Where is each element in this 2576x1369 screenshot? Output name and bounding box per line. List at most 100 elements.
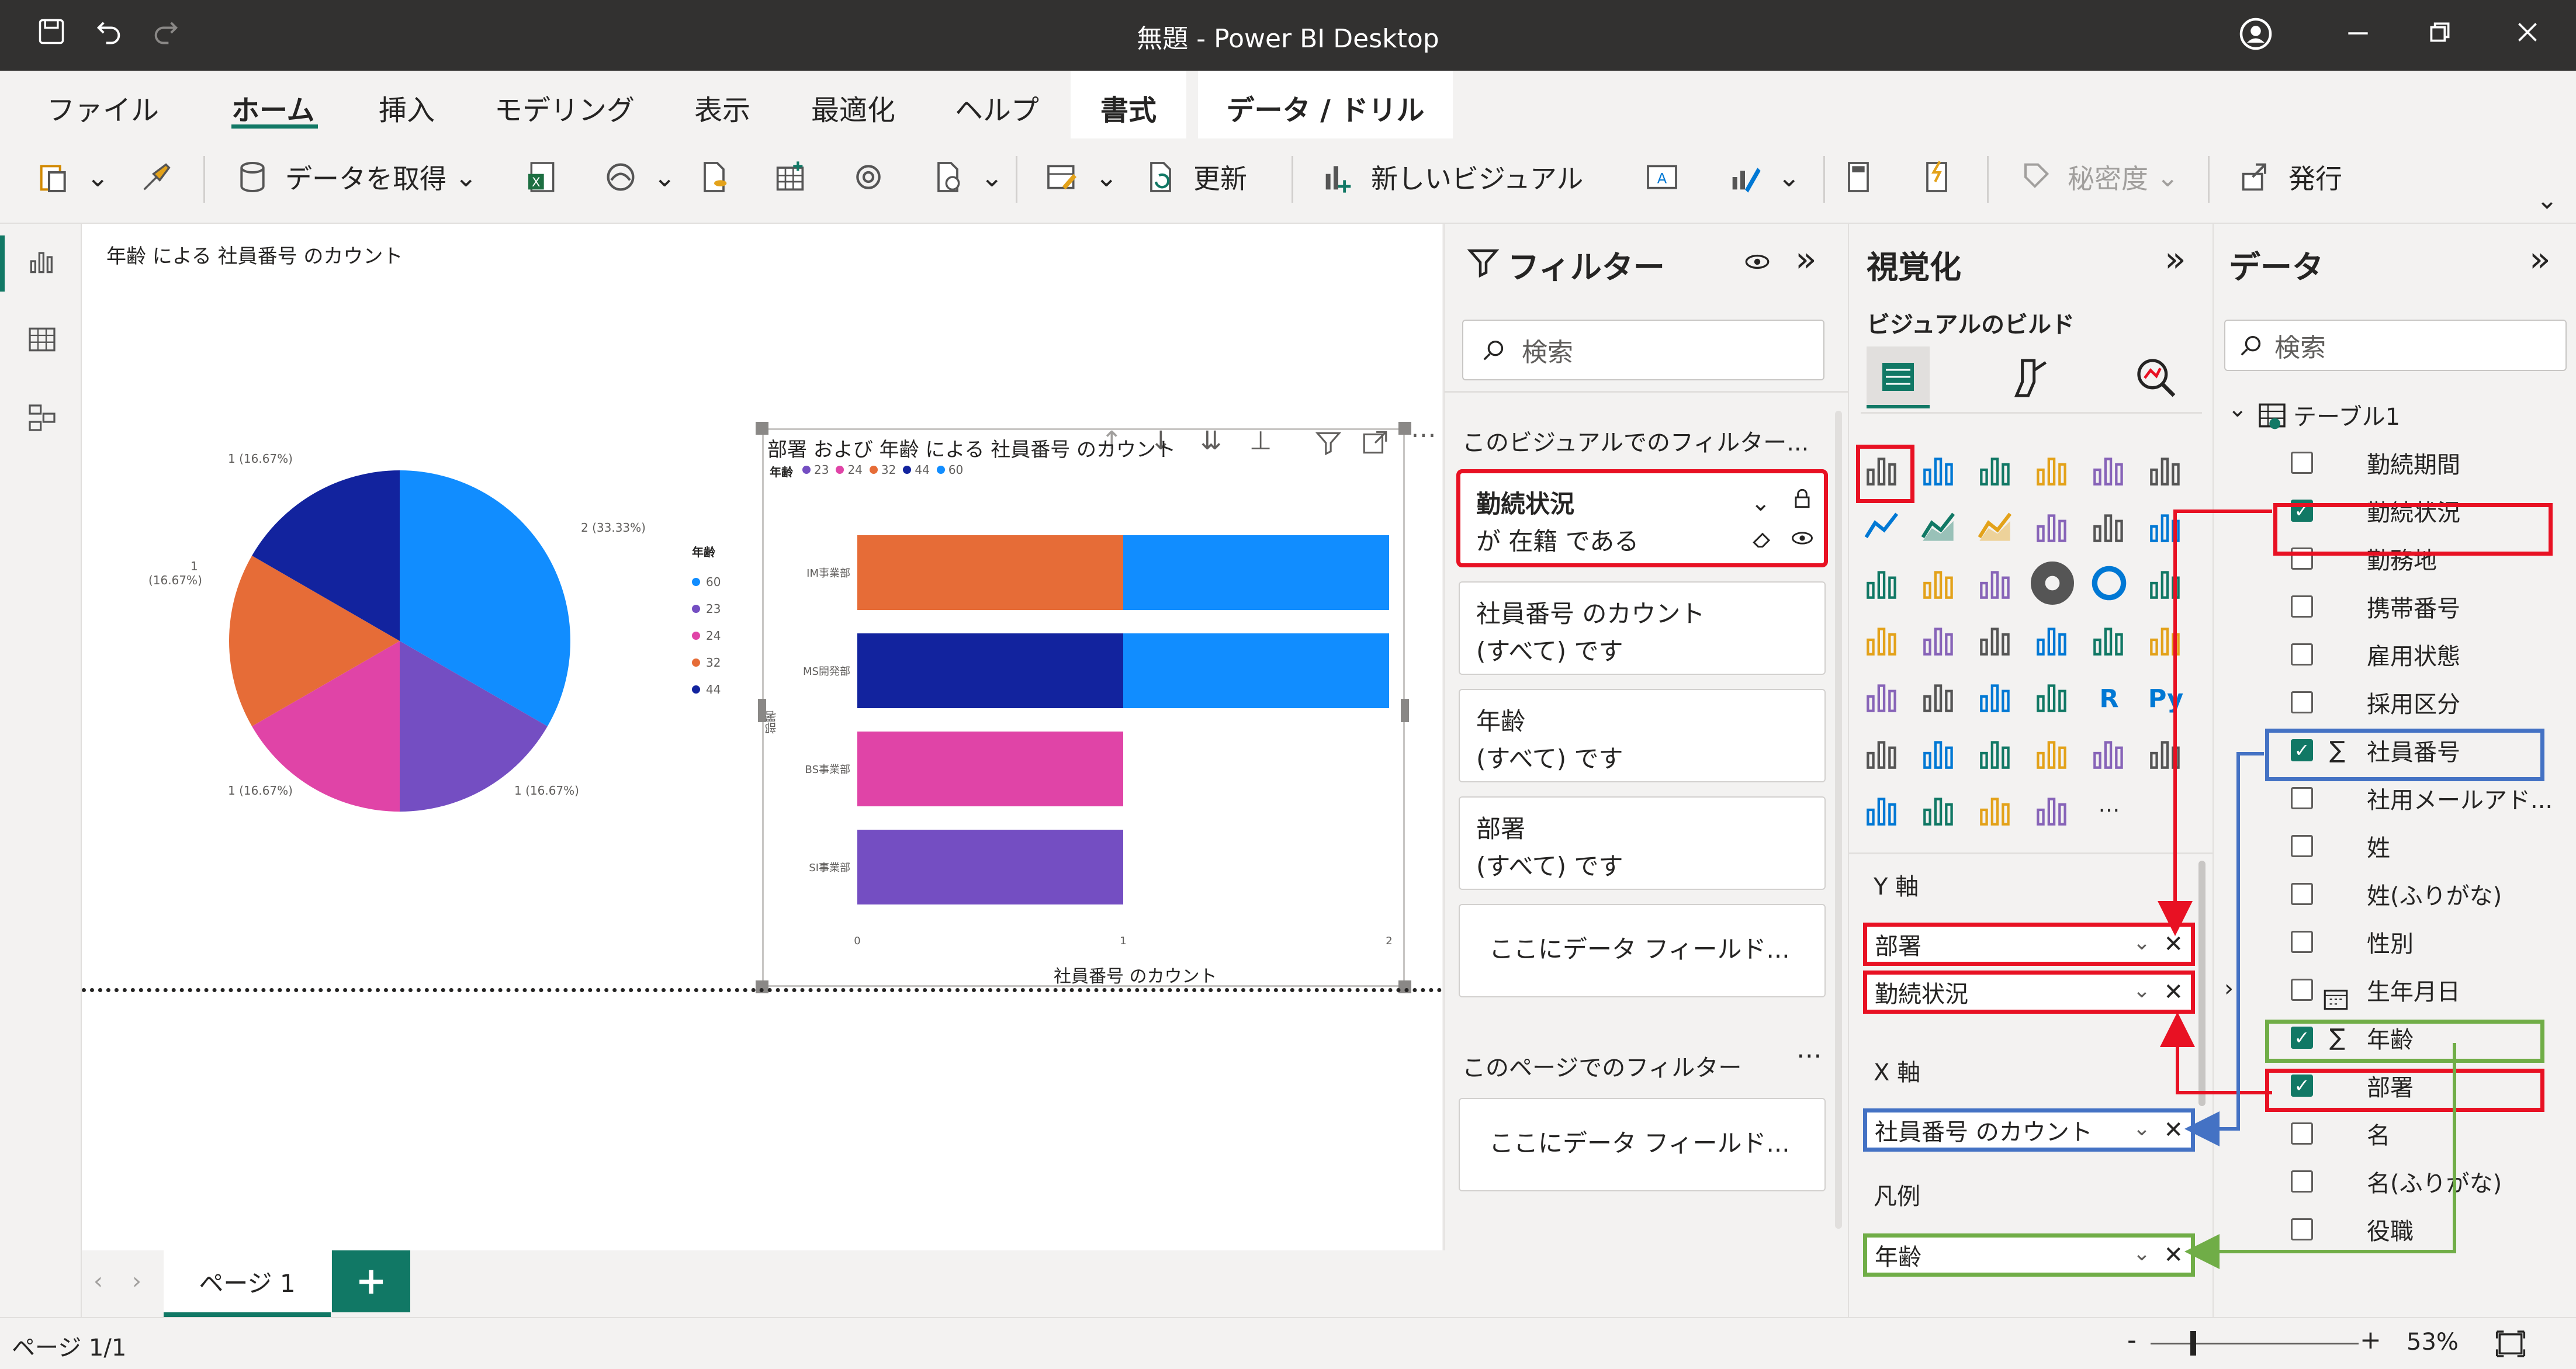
close-icon[interactable] <box>2513 16 2542 54</box>
model-view-icon[interactable] <box>26 401 58 434</box>
100-bar-icon[interactable] <box>2087 448 2131 491</box>
sensitivity-button[interactable]: 秘密度 ⌄ <box>2016 154 2179 200</box>
tab-modeling[interactable]: モデリング <box>494 87 635 128</box>
text-box-button[interactable]: A <box>1643 154 1695 200</box>
field-row[interactable]: 名(ふりがな) <box>2214 1157 2576 1205</box>
chevron-down-icon[interactable]: ⌄ <box>2133 931 2151 955</box>
field-checkbox[interactable] <box>2291 1170 2313 1193</box>
dataverse-button[interactable] <box>850 154 901 200</box>
tab-data-drill[interactable]: データ / ドリル <box>1198 71 1453 138</box>
line-icon[interactable] <box>1861 505 1904 548</box>
field-checkbox[interactable] <box>2291 595 2313 618</box>
more-visuals-button[interactable]: ⌄ <box>1726 154 1801 200</box>
zoom-slider-track[interactable] <box>2151 1343 2359 1344</box>
field-checkbox[interactable] <box>2291 452 2313 474</box>
chevron-down-icon[interactable]: ⌄ <box>2133 979 2151 1003</box>
refresh-button[interactable]: 更新 <box>1142 154 1247 200</box>
ribbon-icon[interactable] <box>2144 505 2187 548</box>
pie-legend-item[interactable]: 60 <box>692 569 721 595</box>
remove-field-icon[interactable]: ✕ <box>2163 1117 2183 1143</box>
collapse-pane-icon[interactable]: » <box>2529 239 2551 280</box>
minimize-icon[interactable] <box>2343 16 2373 54</box>
eraser-icon[interactable] <box>1750 525 1775 551</box>
table-node[interactable]: ⌄ テーブル1 <box>2214 391 2576 439</box>
y-axis-field-dept[interactable]: 部署 ⌄ ✕ <box>1863 923 2195 966</box>
field-checkbox[interactable] <box>2291 1218 2313 1240</box>
legend-field-age[interactable]: 年齢 ⌄ ✕ <box>1863 1233 2195 1277</box>
report-canvas[interactable]: 年齢 による 社員番号 のカウント 1 (16.67%) 2 (33.33%) … <box>82 224 1442 1250</box>
donut-icon[interactable] <box>2087 562 2131 605</box>
enter-data-button[interactable] <box>771 154 823 200</box>
r-visual-icon[interactable]: R <box>2087 675 2131 718</box>
slicer-icon[interactable] <box>1917 675 1961 718</box>
line-column-icon[interactable] <box>2031 505 2074 548</box>
pie-legend-item[interactable]: 23 <box>692 595 721 622</box>
field-row[interactable]: 姓 <box>2214 822 2576 870</box>
pie-legend-item[interactable]: 32 <box>692 649 721 676</box>
pie-chart[interactable] <box>82 224 754 983</box>
matrix-icon[interactable] <box>2031 675 2074 718</box>
excel-button[interactable]: X <box>524 154 575 200</box>
redo-icon[interactable] <box>151 16 181 54</box>
tab-insert[interactable]: 挿入 <box>379 87 435 128</box>
chevron-down-icon[interactable]: ⌄ <box>2133 1117 2151 1141</box>
tab-optimize[interactable]: 最適化 <box>811 87 895 128</box>
map-icon[interactable] <box>1861 618 1904 661</box>
restore-icon[interactable] <box>2425 16 2454 54</box>
filter-card-status[interactable]: 勤続状況 が 在籍 である ⌄ <box>1456 469 1828 567</box>
field-row[interactable]: 雇用状態 <box>2214 630 2576 678</box>
funnel-icon[interactable] <box>1917 562 1961 605</box>
field-checkbox[interactable] <box>2291 883 2313 905</box>
publish-button[interactable]: 発行 <box>2237 154 2342 200</box>
new-visual-button[interactable]: 新しいビジュアル <box>1320 154 1583 200</box>
bar-segment-44[interactable] <box>857 633 1123 708</box>
visual-filter-dropzone[interactable]: ここにデータ フィールド... <box>1459 904 1826 997</box>
analytics-icon[interactable] <box>2133 355 2180 401</box>
field-row[interactable]: 勤続期間 <box>2214 439 2576 487</box>
stacked-area-icon[interactable] <box>1974 505 2017 548</box>
area-icon[interactable] <box>1917 505 1961 548</box>
chevron-down-icon[interactable]: ⌄ <box>1751 484 1771 522</box>
transform-data-button[interactable]: ⌄ <box>1044 154 1118 200</box>
data-search-input[interactable]: 検索 <box>2224 320 2567 371</box>
field-checkbox[interactable] <box>2291 691 2313 713</box>
bar-segment-60[interactable] <box>1123 633 1389 708</box>
field-row[interactable]: 社用メールアド... <box>2214 774 2576 822</box>
field-row[interactable]: 携帯番号 <box>2214 583 2576 630</box>
bar-segment-23[interactable] <box>857 830 1123 904</box>
power-apps-icon[interactable] <box>1861 788 1904 831</box>
page-tab-1[interactable]: ページ 1 <box>164 1250 331 1317</box>
diamond-icon[interactable] <box>1974 788 2017 831</box>
table-icon[interactable] <box>1974 675 2017 718</box>
tab-view[interactable]: 表示 <box>694 87 750 128</box>
filters-scrollbar[interactable] <box>1835 411 1842 1229</box>
eye-icon[interactable] <box>1743 247 1772 276</box>
dataflow-button[interactable] <box>695 154 747 200</box>
paste-button[interactable]: ⌄ <box>35 154 109 200</box>
power-automate-icon[interactable] <box>1917 788 1961 831</box>
filter-card-count[interactable]: 社員番号 のカウント (すべて) です <box>1459 581 1826 675</box>
next-page-icon[interactable]: › <box>132 1268 141 1295</box>
chevron-down-icon[interactable]: ⌄ <box>2228 396 2248 422</box>
bar-segment-60[interactable] <box>1123 535 1389 610</box>
field-row[interactable]: 名 <box>2214 1110 2576 1157</box>
field-checkbox[interactable] <box>2291 931 2313 953</box>
filter-card-age[interactable]: 年齢 (すべて) です <box>1459 689 1826 782</box>
decomposition-tree-icon[interactable] <box>1917 732 1961 775</box>
remove-field-icon[interactable]: ✕ <box>2163 1242 2183 1269</box>
tab-help[interactable]: ヘルプ <box>955 87 1039 128</box>
azure-map-icon[interactable] <box>1974 618 2017 661</box>
bar-segment-32[interactable] <box>857 535 1123 610</box>
more-options-icon[interactable]: ⋯ <box>1796 1041 1822 1070</box>
gauge-icon[interactable] <box>2031 618 2074 661</box>
format-painter-button[interactable] <box>138 154 189 200</box>
tab-file[interactable]: ファイル <box>47 87 159 128</box>
smart-narrative-icon[interactable] <box>2031 732 2074 775</box>
clustered-bar-icon[interactable] <box>1974 448 2017 491</box>
field-row[interactable]: 生年月日 <box>2214 966 2576 1014</box>
report-view-icon[interactable] <box>26 245 58 278</box>
card-icon[interactable] <box>2087 618 2131 661</box>
viz-scrollbar[interactable] <box>2198 861 2205 1106</box>
chevron-down-icon[interactable]: ⌄ <box>2133 1242 2151 1266</box>
filled-map-icon[interactable] <box>1917 618 1961 661</box>
